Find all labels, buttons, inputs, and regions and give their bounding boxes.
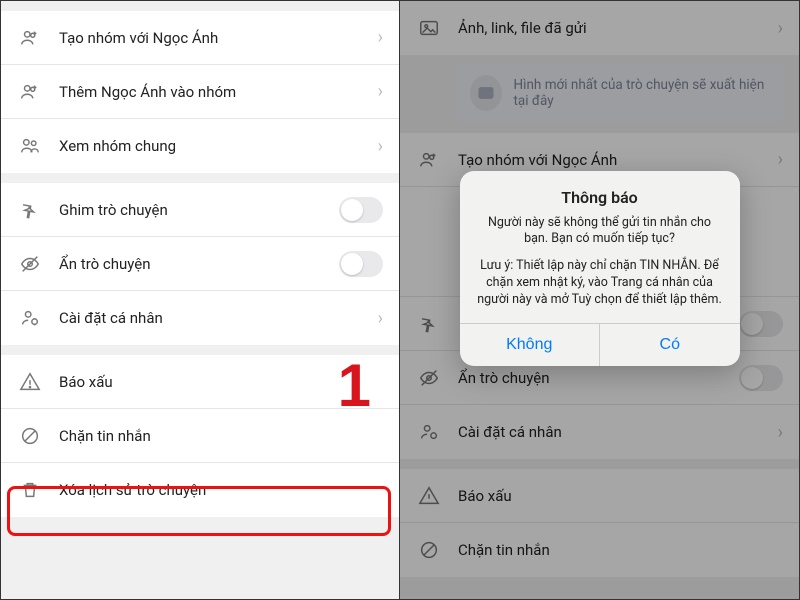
chevron-right-icon: ›	[378, 136, 383, 157]
settings-list: Tạo nhóm với Ngọc Ánh › Thêm Ngọc Ánh và…	[1, 11, 399, 173]
alert-note: Lưu ý: Thiết lập này chỉ chặn TIN NHẮN. …	[476, 258, 724, 309]
row-pin-chat[interactable]: Ghim trò chuyện	[1, 183, 399, 237]
group-add-icon	[17, 25, 43, 51]
row-add-to-group[interactable]: Thêm Ngọc Ánh vào nhóm ›	[1, 65, 399, 119]
chevron-right-icon: ›	[378, 27, 383, 48]
row-personal-settings[interactable]: Cài đặt cá nhân ›	[1, 291, 399, 345]
pane-step2: Ảnh, link, file đã gửi › Hình mới nhất c…	[400, 1, 799, 599]
alert-no-button[interactable]: Không	[460, 324, 600, 366]
chevron-right-icon: ›	[378, 308, 383, 329]
eye-off-icon	[17, 251, 43, 277]
alert-message: Người này sẽ không thể gửi tin nhắn cho …	[476, 215, 724, 249]
warning-icon	[17, 369, 43, 395]
alert-yes-button[interactable]: Có	[599, 324, 740, 366]
confirm-alert: Thông báo Người này sẽ không thể gửi tin…	[460, 171, 740, 366]
row-label: Ẩn trò chuyện	[59, 255, 339, 273]
alert-title: Thông báo	[476, 187, 724, 209]
row-label: Cài đặt cá nhân	[59, 309, 378, 327]
group-icon	[17, 133, 43, 159]
pin-icon	[17, 197, 43, 223]
trash-icon	[17, 477, 43, 503]
row-create-group[interactable]: Tạo nhóm với Ngọc Ánh ›	[1, 11, 399, 65]
row-label: Tạo nhóm với Ngọc Ánh	[59, 29, 378, 47]
row-view-common-groups[interactable]: Xem nhóm chung ›	[1, 119, 399, 173]
row-label: Chặn tin nhắn	[59, 427, 383, 445]
block-icon	[17, 423, 43, 449]
row-label: Ghim trò chuyện	[59, 201, 339, 219]
settings-list: Ghim trò chuyện Ẩn trò chuyện Cài đặt cá…	[1, 183, 399, 345]
row-label: Xem nhóm chung	[59, 137, 378, 155]
pane-step1: Tạo nhóm với Ngọc Ánh › Thêm Ngọc Ánh và…	[1, 1, 400, 599]
chevron-right-icon: ›	[378, 81, 383, 102]
row-label: Báo xấu	[59, 373, 383, 391]
toggle-hide[interactable]	[339, 251, 383, 277]
row-delete-history[interactable]: Xóa lịch sử trò chuyện	[1, 463, 399, 517]
tutorial-frame: Tạo nhóm với Ngọc Ánh › Thêm Ngọc Ánh và…	[0, 0, 800, 600]
row-label: Xóa lịch sử trò chuyện	[59, 481, 383, 499]
user-settings-icon	[17, 305, 43, 331]
toggle-pin[interactable]	[339, 197, 383, 223]
row-label: Thêm Ngọc Ánh vào nhóm	[59, 83, 378, 101]
group-add-icon	[17, 79, 43, 105]
step-number-1: 1	[338, 351, 371, 420]
row-hide-chat[interactable]: Ẩn trò chuyện	[1, 237, 399, 291]
